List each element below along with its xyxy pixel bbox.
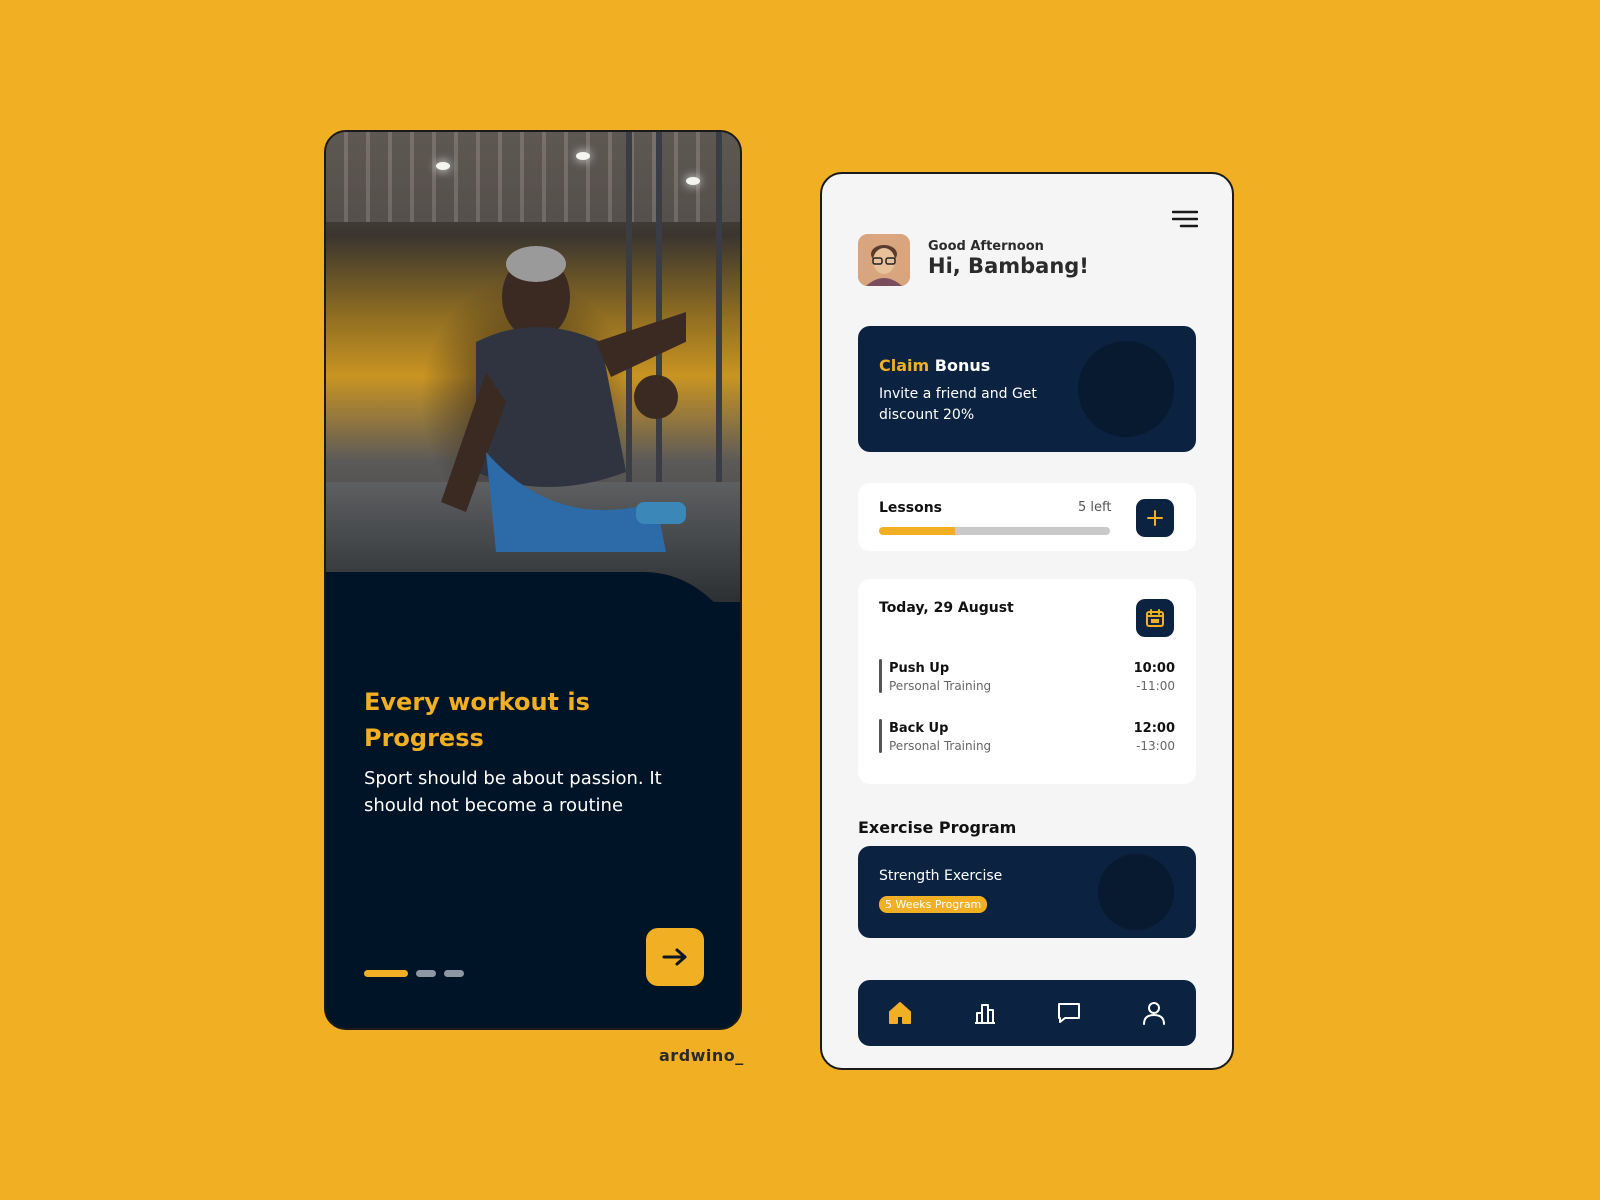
calendar-icon — [1146, 609, 1164, 627]
exercise-program-card[interactable]: Strength Exercise 5 Weeks Program — [858, 846, 1196, 938]
schedule-card: Today, 29 August Push Up Personal Traini… — [858, 579, 1196, 784]
author-signature: ardwino_ — [659, 1046, 744, 1065]
dashboard-screen: Good Afternoon Hi, Bambang! Claim Bonus … — [820, 172, 1234, 1070]
onboarding-subtitle: Sport should be about passion. It should… — [364, 768, 662, 816]
stats-icon — [974, 1004, 995, 1024]
program-duration-badge: 5 Weeks Program — [879, 896, 988, 913]
nav-chat[interactable] — [1049, 993, 1089, 1033]
bonus-title: Claim Bonus — [879, 356, 990, 375]
hamburger-menu-icon[interactable] — [1172, 210, 1198, 228]
athlete-figure — [441, 246, 686, 552]
exercise-title: Strength Exercise — [879, 868, 1003, 884]
arrow-right-icon — [662, 948, 687, 966]
nav-home[interactable] — [880, 993, 920, 1033]
claim-bonus-card[interactable]: Claim Bonus Invite a friend and Get disc… — [858, 326, 1196, 452]
schedule-item[interactable]: Push Up Personal Training 10:00 -11:00 — [879, 659, 1175, 695]
pagination-dot[interactable] — [444, 970, 464, 977]
hero-photo — [326, 132, 740, 602]
schedule-item-start: 10:00 — [1133, 661, 1175, 676]
bonus-description: Invite a friend and Get discount 20% — [879, 386, 1037, 423]
schedule-item-type: Personal Training — [889, 739, 992, 753]
onboarding-title: Every workout is Progress — [364, 688, 590, 752]
schedule-item-start: 12:00 — [1133, 721, 1175, 736]
pagination-dot-active[interactable] — [364, 970, 408, 977]
bottom-navigation — [858, 980, 1196, 1046]
avatar[interactable] — [858, 234, 910, 286]
schedule-item[interactable]: Back Up Personal Training 12:00 -13:00 — [879, 719, 1175, 755]
schedule-date: Today, 29 August — [879, 600, 1014, 616]
add-lesson-button[interactable] — [1136, 499, 1174, 537]
next-button[interactable] — [646, 928, 704, 986]
schedule-item-name: Push Up — [889, 661, 950, 676]
nav-profile[interactable] — [1134, 993, 1174, 1033]
exercise-decoration — [1098, 854, 1174, 930]
onboarding-screen: Every workout is Progress Sport should b… — [324, 130, 742, 1030]
bonus-decoration — [1078, 341, 1174, 437]
pagination-dots — [364, 970, 464, 977]
schedule-item-name: Back Up — [889, 721, 949, 736]
pagination-dot[interactable] — [416, 970, 436, 977]
nav-stats[interactable] — [965, 993, 1005, 1033]
schedule-item-end: -11:00 — [1136, 679, 1175, 693]
lessons-progress-bar — [879, 527, 1110, 535]
bonus-title-accent: Claim — [879, 356, 930, 375]
user-greeting: Hi, Bambang! — [928, 254, 1089, 278]
chat-icon — [1058, 1003, 1081, 1023]
schedule-item-type: Personal Training — [889, 679, 992, 693]
greeting-label: Good Afternoon — [928, 239, 1044, 254]
bonus-title-rest: Bonus — [934, 356, 991, 375]
profile-icon — [1142, 1002, 1165, 1025]
lessons-remaining: 5 left — [1078, 500, 1112, 515]
lessons-label: Lessons — [879, 500, 942, 516]
calendar-button[interactable] — [1136, 599, 1174, 637]
plus-icon — [1147, 510, 1163, 526]
lessons-progress-fill — [879, 527, 956, 535]
hero-curve — [326, 572, 740, 652]
lessons-card: Lessons 5 left — [858, 483, 1196, 551]
exercise-program-heading: Exercise Program — [858, 818, 1017, 837]
schedule-item-end: -13:00 — [1136, 739, 1175, 753]
home-icon — [889, 1002, 912, 1024]
